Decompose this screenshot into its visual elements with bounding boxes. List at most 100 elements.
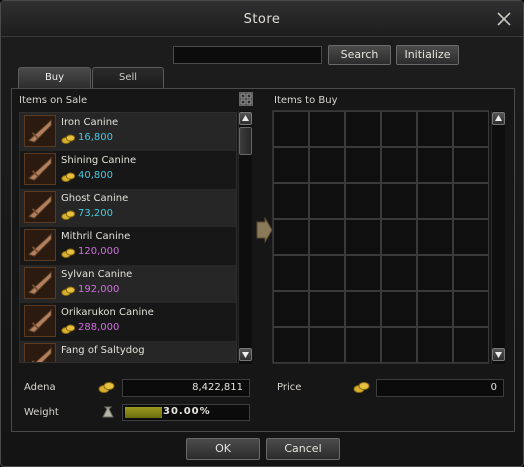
buy-slot[interactable] [453,327,489,363]
sale-item[interactable]: Ghost Canine 73,200 [20,189,236,227]
buy-slot[interactable] [381,147,417,183]
item-name: Iron Canine [61,117,119,128]
buy-slot[interactable] [273,147,309,183]
buy-slot[interactable] [273,219,309,255]
transfer-arrow-icon [256,217,273,243]
buy-slot[interactable] [273,327,309,363]
item-name: Fang of Saltydog [61,345,145,356]
buy-scroll-up-button[interactable] [492,112,505,125]
adena-label: Adena [24,382,56,393]
cancel-button[interactable]: Cancel [266,438,340,460]
adena-coin-icon [61,324,76,334]
buy-slot[interactable] [417,327,453,363]
buy-slot[interactable] [309,183,345,219]
adena-coin-icon [61,210,76,220]
buy-slot[interactable] [309,219,345,255]
buy-slot[interactable] [453,291,489,327]
weight-label: Weight [24,407,59,418]
buy-slot[interactable] [309,327,345,363]
buy-slot[interactable] [309,111,345,147]
price-value: 0 [376,379,504,397]
buy-slot[interactable] [381,291,417,327]
buy-slot[interactable] [453,255,489,291]
buy-slot[interactable] [345,111,381,147]
search-input[interactable] [173,46,322,64]
item-name: Orikarukon Canine [61,307,154,318]
sale-item[interactable]: Shining Canine 40,800 [20,151,236,189]
buy-slot[interactable] [345,147,381,183]
buy-slot[interactable] [309,255,345,291]
buy-list-scrollbar[interactable] [491,111,505,364]
buy-scroll-down-button[interactable] [492,348,505,361]
buy-slot[interactable] [417,291,453,327]
price-label: Price [277,382,302,393]
buy-slot[interactable] [417,147,453,183]
buy-slot[interactable] [309,291,345,327]
buy-slot[interactable] [453,183,489,219]
buy-slot[interactable] [381,327,417,363]
buy-slot[interactable] [345,291,381,327]
item-price: 288,000 [78,322,120,333]
buy-slot[interactable] [273,291,309,327]
adena-coin-icon [61,172,76,182]
window-title: Store [243,12,281,27]
buy-slot[interactable] [345,327,381,363]
weight-text: 30.00% [163,406,211,417]
sale-scroll-down-button[interactable] [239,348,252,361]
sale-scroll-up-button[interactable] [239,112,252,125]
buy-slot[interactable] [381,255,417,291]
buy-slot[interactable] [417,255,453,291]
search-button[interactable]: Search [328,45,391,65]
title-bar: Store [1,1,523,37]
buy-slot[interactable] [345,183,381,219]
buy-slot[interactable] [453,111,489,147]
sale-item[interactable]: Mithril Canine 120,000 [20,227,236,265]
item-name: Mithril Canine [61,231,131,242]
arrow-down-icon [495,352,502,358]
ok-button[interactable]: OK [186,438,260,460]
buy-slot[interactable] [309,147,345,183]
weight-bar: 30.00% [122,404,250,421]
buy-slot[interactable] [417,111,453,147]
sword-icon [24,267,56,299]
buy-slot[interactable] [273,111,309,147]
sale-item[interactable]: Sylvan Canine 192,000 [20,265,236,303]
buy-slot[interactable] [417,183,453,219]
grid-view-toggle[interactable] [239,92,253,106]
sale-item[interactable]: Iron Canine 16,800 [20,113,236,151]
buy-slot[interactable] [345,255,381,291]
adena-coin-icon [61,286,76,296]
item-price: 40,800 [78,170,113,181]
buy-slot[interactable] [273,255,309,291]
initialize-button[interactable]: Initialize [396,45,459,65]
buy-slot[interactable] [453,219,489,255]
buy-slot[interactable] [453,147,489,183]
item-price: 73,200 [78,208,113,219]
weight-bag-icon [102,406,114,418]
close-icon[interactable] [495,10,513,28]
item-name: Shining Canine [61,155,137,166]
tab-buy[interactable]: Buy [18,67,91,89]
items-to-buy-label: Items to Buy [274,95,338,106]
buy-slot[interactable] [345,219,381,255]
buy-slot[interactable] [381,183,417,219]
item-price: 192,000 [78,284,120,295]
arrow-up-icon [242,115,249,121]
sale-item[interactable]: Orikarukon Canine 288,000 [20,303,236,341]
adena-coin-icon [61,248,76,258]
sword-icon [24,115,56,147]
buy-slot[interactable] [417,219,453,255]
sale-item[interactable]: Fang of Saltydog [20,341,236,362]
sale-scroll-thumb[interactable] [239,127,252,155]
items-to-buy-grid [272,110,489,364]
items-on-sale-list: Iron Canine 16,800 Shining Canine 40,800 Gho… [19,112,237,363]
weight-fill [125,407,162,418]
arrow-down-icon [242,352,249,358]
price-coin-icon [353,382,370,393]
adena-coin-icon [98,382,115,393]
buy-slot[interactable] [273,183,309,219]
tab-sell[interactable]: Sell [92,67,164,89]
buy-slot[interactable] [381,219,417,255]
arrow-up-icon [495,115,502,121]
buy-slot[interactable] [381,111,417,147]
